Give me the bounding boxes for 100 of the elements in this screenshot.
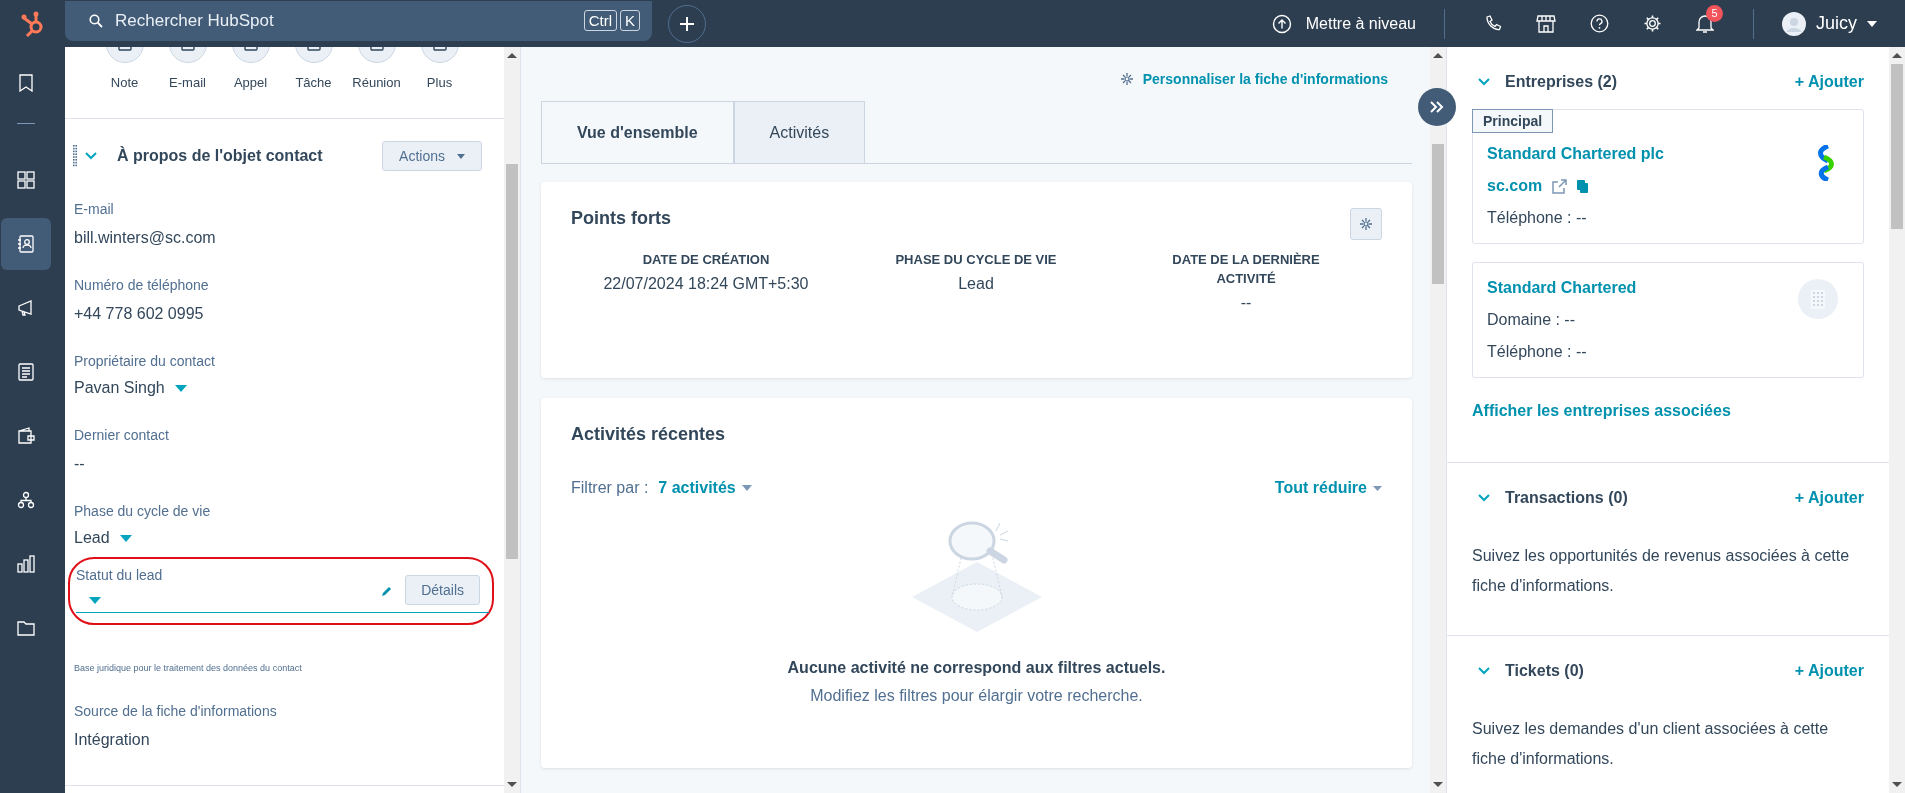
tab[interactable]: Activités bbox=[733, 101, 866, 163]
field-label: Source de la fiche d'informations bbox=[74, 703, 278, 719]
scrollbar-thumb[interactable] bbox=[1891, 64, 1903, 229]
org-chart-icon bbox=[16, 491, 35, 509]
field-value: Intégration bbox=[74, 731, 151, 749]
search-field[interactable]: Rechercher HubSpot Ctrl K bbox=[65, 0, 652, 41]
drag-handle-icon[interactable] bbox=[73, 145, 77, 167]
section-title: Transactions (0) bbox=[1505, 489, 1628, 507]
section-title: À propos de l'objet contact bbox=[117, 147, 324, 165]
contacts-icon bbox=[16, 235, 35, 253]
settings-button[interactable] bbox=[1350, 208, 1382, 240]
quick-action[interactable]: Plus bbox=[408, 47, 471, 90]
notification-count: 5 bbox=[1706, 4, 1723, 22]
quick-action[interactable]: Réunion bbox=[345, 47, 408, 90]
chevron-down-icon[interactable] bbox=[1478, 78, 1490, 86]
store-icon[interactable] bbox=[1536, 14, 1556, 33]
caret-icon bbox=[741, 485, 752, 491]
field-dropdown[interactable]: Lead bbox=[74, 529, 132, 547]
field-label: Dernier contact bbox=[74, 427, 170, 443]
caret-icon bbox=[1373, 485, 1382, 491]
card-title: Activités récentes bbox=[571, 424, 727, 445]
apps-grid-icon bbox=[16, 171, 35, 189]
field-label: Phase du cycle de vie bbox=[74, 503, 212, 519]
field-label: Numéro de téléphone bbox=[74, 277, 210, 293]
details-button[interactable]: Détails bbox=[405, 575, 480, 605]
search-input[interactable]: Rechercher HubSpot bbox=[113, 9, 574, 32]
gear-icon bbox=[1360, 218, 1372, 230]
company-detail: Téléphone : -- bbox=[1487, 209, 1588, 227]
double-chevron-icon bbox=[1429, 100, 1445, 114]
actions-dropdown[interactable]: Actions bbox=[382, 141, 482, 171]
section-title: Entreprises (2) bbox=[1505, 73, 1618, 91]
quick-action[interactable]: E-mail bbox=[156, 47, 219, 90]
caret-icon bbox=[174, 384, 187, 392]
highlight-value: -- bbox=[1240, 294, 1252, 312]
shortcut-key: Ctrl bbox=[583, 10, 617, 31]
section-description: Suivez les opportunités de revenus associées à cette fiche d'informations. bbox=[1472, 546, 1851, 596]
scroll-down-icon[interactable] bbox=[1892, 782, 1902, 787]
primary-badge: Principal bbox=[1472, 109, 1554, 133]
quick-action[interactable]: Tâche bbox=[282, 47, 345, 90]
filter-label: Filtrer par : bbox=[571, 479, 649, 497]
chevron-down-icon[interactable] bbox=[1478, 667, 1490, 675]
highlight-value: 22/07/2024 18:24 GMT+5:30 bbox=[603, 275, 809, 293]
scrollbar-thumb[interactable] bbox=[1432, 144, 1444, 284]
show-companies-link[interactable]: Afficher les entreprises associées bbox=[1472, 402, 1864, 428]
document-icon bbox=[16, 363, 35, 381]
user-menu[interactable]: Juicy bbox=[1776, 10, 1883, 37]
card-title: Points forts bbox=[571, 208, 671, 229]
empty-state-title: Aucune activité ne correspond aux filtres actuels. bbox=[787, 659, 1166, 677]
filter-dropdown[interactable]: 7 activités bbox=[658, 479, 752, 497]
scrollbar-thumb[interactable] bbox=[506, 164, 518, 559]
company-detail: Domaine : -- bbox=[1487, 311, 1577, 329]
company-detail: Téléphone : -- bbox=[1487, 343, 1588, 361]
field-label: Propriétaire du contact bbox=[74, 353, 216, 369]
arrow-up-circle-icon bbox=[1271, 13, 1292, 34]
chevron-down-icon[interactable] bbox=[85, 152, 97, 160]
megaphone-icon bbox=[16, 299, 35, 317]
tab[interactable]: Vue d'ensemble bbox=[541, 101, 734, 163]
copy-icon[interactable] bbox=[1577, 179, 1589, 193]
nav-item[interactable] bbox=[0, 218, 51, 270]
caret-icon bbox=[119, 534, 132, 542]
wallet-icon bbox=[16, 427, 35, 445]
shortcut-key: K bbox=[620, 10, 640, 31]
help-icon[interactable] bbox=[1590, 14, 1609, 33]
company-name-link[interactable]: Standard Chartered plc bbox=[1487, 145, 1664, 163]
field-note: Base juridique pour le traitement des données du contact bbox=[73, 663, 303, 673]
gear-icon bbox=[1120, 73, 1133, 85]
field-dropdown[interactable]: Pavan Singh bbox=[74, 379, 187, 397]
caret-icon bbox=[457, 153, 465, 159]
highlight-value: Lead bbox=[958, 275, 994, 293]
upgrade-button[interactable]: Mettre à niveau bbox=[1265, 12, 1422, 35]
notifications-icon[interactable] bbox=[1696, 13, 1714, 34]
field-label: E-mail bbox=[74, 201, 115, 217]
quick-action[interactable]: Appel bbox=[219, 47, 282, 90]
highlight-label: DATE DE LA DERNIÈRE ACTIVITÉ bbox=[1171, 251, 1321, 288]
field-value: -- bbox=[74, 455, 86, 473]
caret-icon bbox=[1867, 20, 1877, 27]
search-icon bbox=[89, 13, 103, 28]
avatar-icon bbox=[1782, 11, 1806, 36]
bar-chart-icon bbox=[16, 555, 35, 573]
bookmark-icon bbox=[16, 74, 35, 92]
highlight-label: DATE DE CRÉATION bbox=[641, 251, 771, 269]
add-link[interactable]: + Ajouter bbox=[1794, 489, 1864, 507]
add-link[interactable]: + Ajouter bbox=[1794, 73, 1864, 91]
chevron-down-icon[interactable] bbox=[1478, 494, 1490, 502]
quick-action[interactable]: Note bbox=[93, 47, 156, 90]
field-value: bill.winters@sc.com bbox=[74, 229, 217, 247]
collapse-all-dropdown[interactable]: Tout réduire bbox=[1274, 479, 1382, 497]
field-label: Statut du lead bbox=[76, 567, 164, 583]
scroll-up-icon[interactable] bbox=[1892, 53, 1902, 58]
section-title: Tickets (0) bbox=[1505, 662, 1584, 680]
field-value: +44 778 602 0995 bbox=[74, 305, 205, 323]
settings-icon[interactable] bbox=[1643, 14, 1662, 33]
domain-link[interactable]: sc.com bbox=[1487, 177, 1543, 195]
company-name-link[interactable]: Standard Chartered bbox=[1487, 279, 1637, 297]
folder-icon bbox=[16, 619, 35, 637]
external-link-icon[interactable] bbox=[1552, 178, 1568, 194]
add-link[interactable]: + Ajouter bbox=[1794, 662, 1864, 680]
pencil-icon[interactable] bbox=[381, 585, 394, 597]
building-icon bbox=[1798, 279, 1838, 319]
dropdown-field[interactable] bbox=[89, 597, 101, 604]
